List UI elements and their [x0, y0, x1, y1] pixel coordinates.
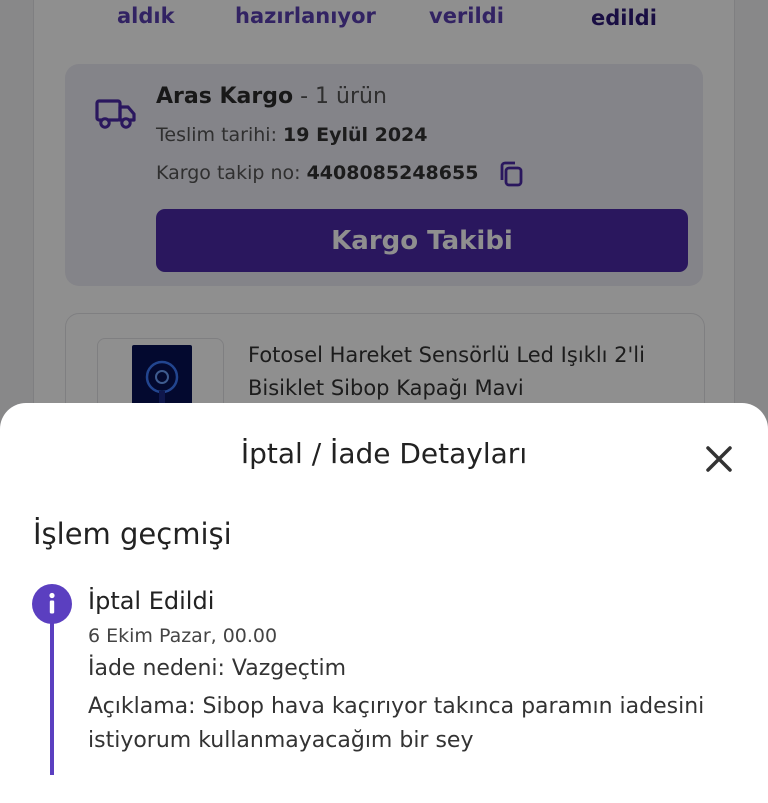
event-date: 6 Ekim Pazar, 00.00	[88, 625, 278, 647]
event-status: İptal Edildi	[88, 587, 215, 615]
close-button[interactable]	[701, 441, 737, 477]
close-icon	[706, 446, 732, 472]
event-description: Açıklama: Sibop hava kaçırıyor takınca p…	[88, 694, 705, 753]
info-icon	[32, 584, 72, 624]
event-reason: İade nedeni: Vazgeçtim	[88, 656, 347, 681]
timeline-line	[50, 615, 54, 775]
history-section-title: İşlem geçmişi	[33, 517, 232, 551]
sheet-title: İptal / İade Detayları	[240, 437, 528, 470]
